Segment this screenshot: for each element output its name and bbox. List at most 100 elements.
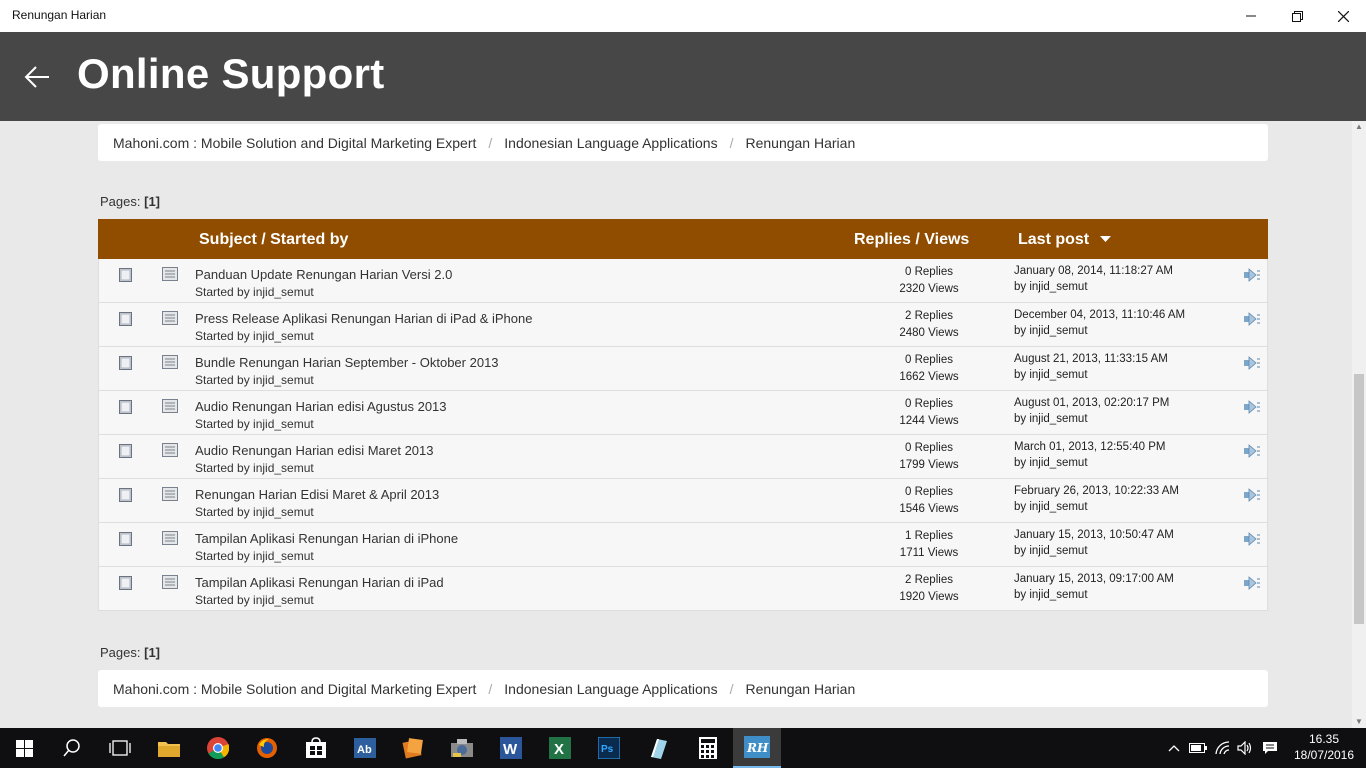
presentation-app-icon: [402, 738, 423, 759]
topic-icon-cell: [119, 444, 132, 463]
topic-subject-link[interactable]: Tampilan Aplikasi Renungan Harian di iPh…: [195, 531, 458, 546]
topic-icon: [119, 532, 132, 546]
start-button[interactable]: [0, 728, 48, 768]
topic-subject-link[interactable]: Bundle Renungan Harian September - Oktob…: [195, 355, 499, 370]
topic-views: 1920 Views: [899, 591, 959, 603]
close-button[interactable]: [1320, 0, 1366, 32]
replies-views-column-header[interactable]: Replies / Views: [854, 231, 969, 249]
taskbar-store[interactable]: [292, 728, 340, 768]
svg-text:X: X: [554, 741, 564, 758]
topic-table: Subject / Started by Replies / Views Las…: [98, 219, 1268, 611]
goto-last-post-button[interactable]: [1244, 268, 1261, 287]
taskbar-word[interactable]: W: [487, 728, 535, 768]
table-row: Tampilan Aplikasi Renungan Harian di iPa…: [98, 567, 1268, 611]
taskbar-file-explorer[interactable]: [145, 728, 193, 768]
search-button[interactable]: [48, 728, 96, 768]
taskbar-photoshop[interactable]: Ps: [585, 728, 633, 768]
system-clock[interactable]: 16.35 18/07/2016: [1284, 731, 1364, 763]
svg-text:Ps: Ps: [601, 744, 614, 755]
topic-icon: [119, 268, 132, 282]
breadcrumb-item-board[interactable]: Renungan Harian: [745, 681, 855, 697]
post-icon-cell: [162, 267, 178, 286]
page-link-current[interactable]: [1]: [144, 645, 160, 660]
table-row: Panduan Update Renungan Harian Versi 2.0…: [98, 259, 1268, 303]
taskbar-calculator[interactable]: [684, 728, 732, 768]
taskbar-dictionary-app[interactable]: Ab: [341, 728, 389, 768]
goto-last-post-button[interactable]: [1244, 576, 1261, 595]
task-view-icon: [109, 740, 131, 756]
goto-last-post-button[interactable]: [1244, 444, 1261, 463]
post-icon-cell: [162, 531, 178, 550]
breadcrumb-item-board[interactable]: Renungan Harian: [745, 135, 855, 151]
last-post-author: by injid_semut: [1014, 501, 1088, 513]
goto-last-post-button[interactable]: [1244, 312, 1261, 331]
taskbar-presentation-app[interactable]: [389, 728, 437, 768]
subject-column-header[interactable]: Subject / Started by: [199, 231, 348, 249]
post-icon: [162, 487, 178, 501]
task-view-button[interactable]: [96, 728, 144, 768]
breadcrumb-item-home[interactable]: Mahoni.com : Mobile Solution and Digital…: [113, 681, 476, 697]
scrollbar-thumb[interactable]: [1354, 374, 1364, 624]
sort-down-icon: [1099, 236, 1111, 243]
back-button[interactable]: [20, 60, 54, 94]
restore-button[interactable]: [1274, 0, 1320, 32]
topic-subject-link[interactable]: Renungan Harian Edisi Maret & April 2013: [195, 487, 439, 502]
breadcrumb: Mahoni.com : Mobile Solution and Digital…: [98, 124, 1268, 161]
pagination-top: Pages: [1]: [100, 194, 160, 209]
goto-last-post-button[interactable]: [1244, 532, 1261, 551]
svg-text:Ab: Ab: [357, 744, 372, 756]
scroll-down-icon[interactable]: ▼: [1355, 717, 1363, 726]
clock-time: 16.35: [1308, 732, 1340, 746]
breadcrumb-item-category[interactable]: Indonesian Language Applications: [504, 681, 717, 697]
last-post-date: December 04, 2013, 11:10:46 AM: [1014, 309, 1186, 321]
topic-replies: 2 Replies: [905, 574, 953, 586]
topic-replies: 0 Replies: [905, 354, 953, 366]
breadcrumb-item-category[interactable]: Indonesian Language Applications: [504, 135, 717, 151]
vertical-scrollbar[interactable]: ▲ ▼: [1352, 121, 1366, 728]
clock-date: 18/07/2016: [1293, 748, 1355, 762]
post-icon-cell: [162, 399, 178, 418]
taskbar-excel[interactable]: X: [536, 728, 584, 768]
goto-last-post-icon: [1244, 268, 1260, 282]
volume-button[interactable]: [1234, 728, 1256, 768]
scroll-up-icon[interactable]: ▲: [1355, 122, 1363, 131]
taskbar-notes-app[interactable]: [634, 728, 682, 768]
topic-subject-link[interactable]: Panduan Update Renungan Harian Versi 2.0: [195, 267, 452, 282]
table-row: Tampilan Aplikasi Renungan Harian di iPh…: [98, 523, 1268, 567]
breadcrumb-item-home[interactable]: Mahoni.com : Mobile Solution and Digital…: [113, 135, 476, 151]
minimize-button[interactable]: [1228, 0, 1274, 32]
taskbar-chrome[interactable]: [194, 728, 242, 768]
topic-starter: Started by injid_semut: [195, 549, 314, 563]
chrome-icon: [207, 737, 229, 759]
network-button[interactable]: [1211, 728, 1235, 768]
action-center-button[interactable]: [1258, 728, 1282, 768]
topic-icon-cell: [119, 488, 132, 507]
post-icon: [162, 267, 178, 281]
goto-last-post-button[interactable]: [1244, 488, 1261, 507]
restore-icon: [1291, 10, 1303, 22]
show-hidden-icons-button[interactable]: [1164, 728, 1184, 768]
topic-icon: [119, 400, 132, 414]
post-icon-cell: [162, 443, 178, 462]
windows-logo-icon: [15, 739, 33, 757]
chevron-up-icon: [1168, 745, 1180, 752]
goto-last-post-button[interactable]: [1244, 400, 1261, 419]
table-row: Bundle Renungan Harian September - Oktob…: [98, 347, 1268, 391]
topic-subject-link[interactable]: Audio Renungan Harian edisi Maret 2013: [195, 443, 434, 458]
last-post-column-header[interactable]: Last post: [1018, 231, 1111, 249]
last-post-date: February 26, 2013, 10:22:33 AM: [1014, 485, 1179, 497]
last-post-author: by injid_semut: [1014, 545, 1088, 557]
topic-subject-link[interactable]: Tampilan Aplikasi Renungan Harian di iPa…: [195, 575, 444, 590]
goto-last-post-button[interactable]: [1244, 356, 1261, 375]
minimize-icon: [1246, 15, 1256, 17]
renungan-harian-icon: RH: [744, 736, 770, 758]
taskbar-renungan-harian[interactable]: RH: [733, 728, 781, 768]
topic-subject-link[interactable]: Audio Renungan Harian edisi Agustus 2013: [195, 399, 447, 414]
word-icon: W: [500, 737, 522, 759]
battery-button[interactable]: [1186, 728, 1210, 768]
page-link-current[interactable]: [1]: [144, 194, 160, 209]
taskbar-photo-app[interactable]: [438, 728, 486, 768]
topic-subject-link[interactable]: Press Release Aplikasi Renungan Harian d…: [195, 311, 532, 326]
taskbar-firefox[interactable]: [243, 728, 291, 768]
topic-icon: [119, 312, 132, 326]
